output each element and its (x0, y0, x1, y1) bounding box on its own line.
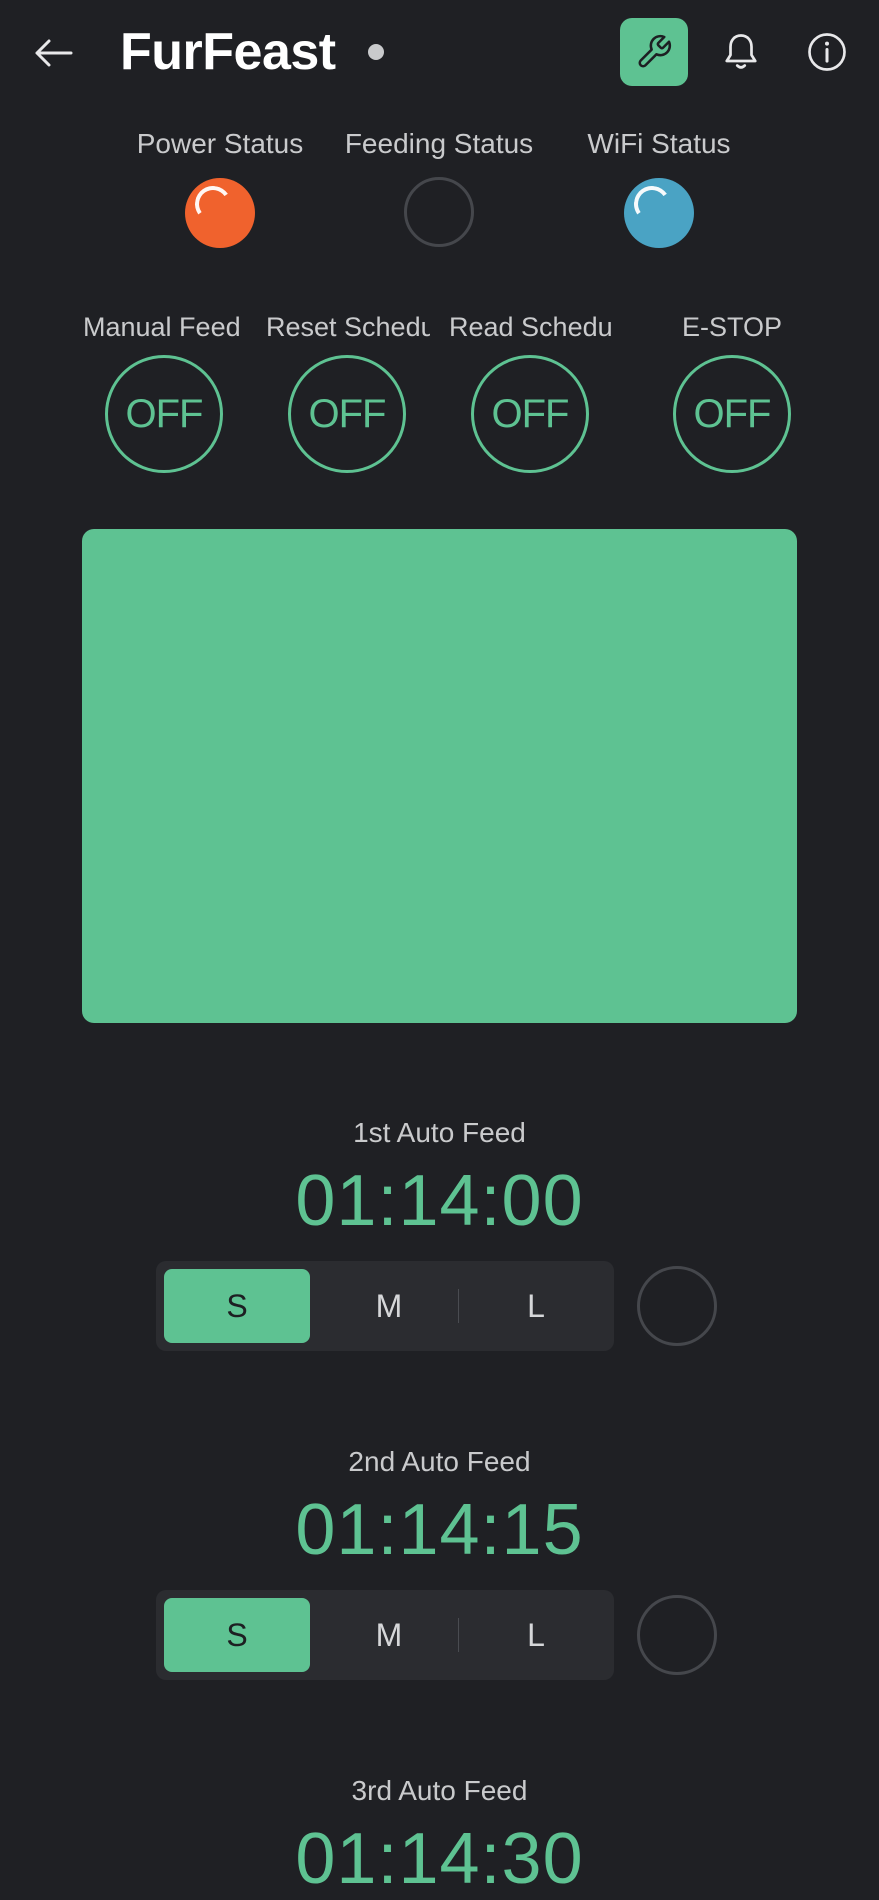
auto-feed-1-time[interactable]: 01:14:00 (0, 1160, 879, 1242)
info-icon (808, 33, 846, 71)
arrow-left-icon (35, 39, 73, 67)
feeding-status-led (404, 177, 474, 247)
display-panel (82, 529, 797, 1023)
auto-feed-2-size-selector: S M L (156, 1590, 614, 1680)
bell-icon (725, 34, 757, 69)
notifications-button[interactable] (714, 22, 768, 82)
auto-feed-3-title: 3rd Auto Feed (351, 1775, 528, 1806)
auto-feed-2-title: 2nd Auto Feed (348, 1446, 531, 1477)
read-schedule-label: Read Schedule (449, 312, 613, 342)
wifi-status-label: WiFi Status (587, 128, 731, 159)
page-title: FurFeast (120, 23, 336, 81)
feeding-status-label: Feeding Status (344, 128, 534, 159)
auto-feed-1-title: 1st Auto Feed (353, 1117, 526, 1148)
reset-schedule-button[interactable]: OFF (288, 355, 406, 473)
auto-feed-2-time[interactable]: 01:14:15 (0, 1489, 879, 1571)
manual-feed-button[interactable]: OFF (105, 355, 223, 473)
power-status-label: Power Status (136, 128, 304, 159)
size-option-l[interactable]: L (466, 1598, 606, 1672)
manual-feed-label: Manual Feed (83, 312, 241, 342)
e-stop-button[interactable]: OFF (673, 355, 791, 473)
size-option-l[interactable]: L (466, 1269, 606, 1343)
back-button[interactable] (28, 28, 78, 78)
settings-button[interactable] (620, 18, 688, 86)
reset-schedule-label: Reset Schedule (266, 312, 430, 342)
wifi-status-led (624, 178, 694, 248)
size-option-s[interactable]: S (164, 1269, 310, 1343)
e-stop-label: E-STOP (682, 312, 783, 342)
connection-status-dot (368, 44, 384, 60)
power-status-led (185, 178, 255, 248)
auto-feed-3-time[interactable]: 01:14:30 (0, 1818, 879, 1900)
size-option-s[interactable]: S (164, 1598, 310, 1672)
size-option-m[interactable]: M (316, 1269, 462, 1343)
auto-feed-1-indicator (637, 1266, 717, 1346)
size-option-m[interactable]: M (316, 1598, 462, 1672)
auto-feed-2-indicator (637, 1595, 717, 1675)
read-schedule-button[interactable]: OFF (471, 355, 589, 473)
wrench-icon (638, 34, 672, 68)
auto-feed-1-size-selector: S M L (156, 1261, 614, 1351)
info-button[interactable] (800, 22, 854, 82)
